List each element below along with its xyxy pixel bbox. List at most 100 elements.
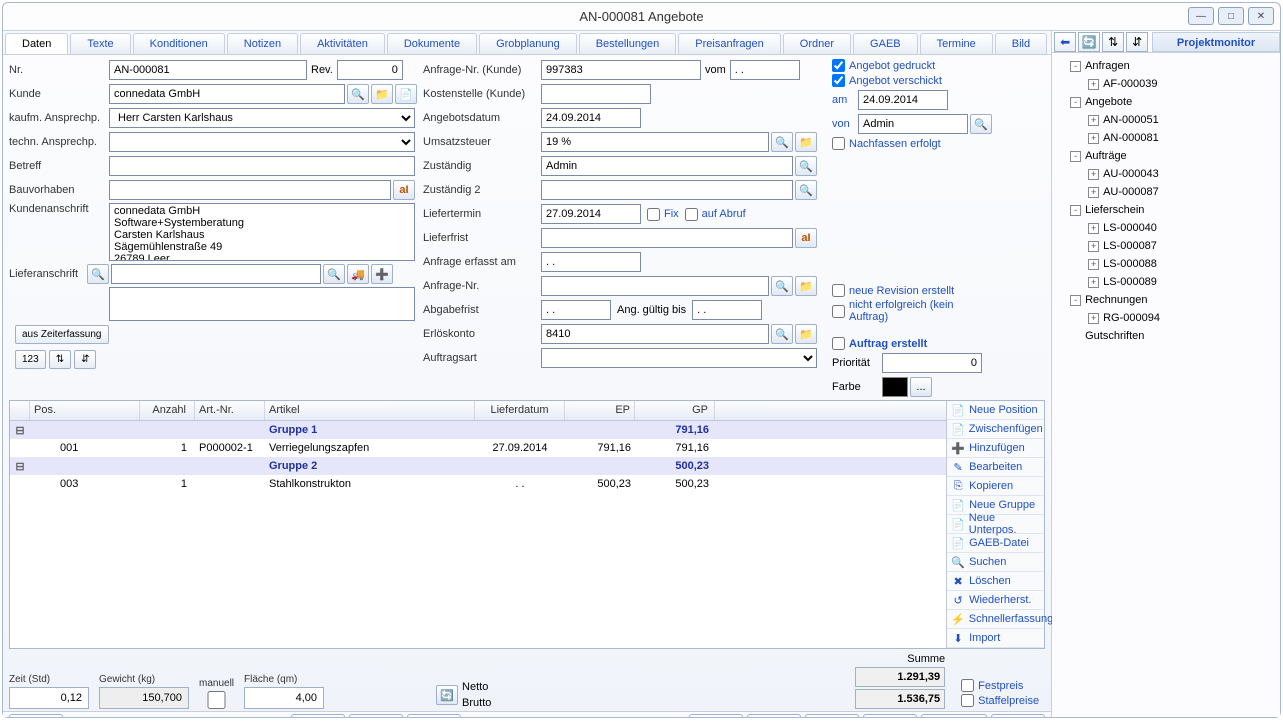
zeit-field[interactable]	[9, 687, 89, 709]
tree-node[interactable]: +LS-000088	[1058, 255, 1274, 273]
tab-grobplanung[interactable]: Grobplanung	[479, 33, 577, 54]
anggueltig-field[interactable]	[692, 300, 762, 320]
tree-node[interactable]: +LS-000087	[1058, 237, 1274, 255]
grid-action-hinzuf-gen[interactable]: ➕Hinzufügen	[947, 439, 1044, 458]
table-row[interactable]: 0031Stahlkonstrukton. .500,23500,23	[10, 475, 946, 493]
einkauf-button[interactable]: 🛒Einkauf	[747, 714, 801, 717]
liefertermin-field[interactable]	[541, 204, 641, 224]
tab-daten[interactable]: Daten	[5, 33, 68, 54]
anfragekundenr-field[interactable]	[541, 60, 701, 80]
lieferfrist-field[interactable]	[541, 228, 793, 248]
folder-icon3[interactable]: 📁	[795, 276, 817, 296]
rev-field[interactable]	[337, 60, 403, 80]
tab-preisanfragen[interactable]: Preisanfragen	[678, 33, 781, 54]
maximize-button[interactable]: □	[1218, 7, 1244, 25]
search-icon2[interactable]: 🔍	[323, 264, 345, 284]
add-icon[interactable]: ➕	[371, 264, 393, 284]
tree-node[interactable]: +LS-000040	[1058, 219, 1274, 237]
zustandig2-field[interactable]	[541, 180, 793, 200]
anfrage-erfasst-field[interactable]	[541, 252, 641, 272]
flaeche-field[interactable]	[244, 687, 324, 709]
angebotsdatum-field[interactable]	[541, 108, 641, 128]
tab-konditionen[interactable]: Konditionen	[133, 33, 225, 54]
folder-icon2[interactable]: 📁	[795, 132, 817, 152]
bauvor-field[interactable]	[109, 180, 391, 200]
table-row[interactable]: ⊟Gruppe 1791,16	[10, 421, 946, 439]
tree-node[interactable]: +AF-000039	[1058, 75, 1274, 93]
manuell-checkbox[interactable]	[199, 691, 234, 709]
grid-action-import[interactable]: ⬇Import	[947, 629, 1044, 648]
drucken-button[interactable]: 🖨Drucken	[863, 714, 917, 717]
auftragsart-select[interactable]	[541, 348, 817, 368]
project-tree[interactable]: -Anfragen+AF-000039-Angebote+AN-000051+A…	[1052, 53, 1280, 349]
minimize-button[interactable]: —	[1188, 7, 1214, 25]
abbrechen-button[interactable]: ✖Abbrechen	[349, 714, 403, 717]
wiedervorlage-button[interactable]: 📅Wiedervorlage	[921, 714, 987, 717]
tab-texte[interactable]: Texte	[70, 33, 130, 54]
refresh-icon2[interactable]: 🔄	[1078, 32, 1100, 52]
status-am-field[interactable]	[858, 90, 948, 110]
new-icon[interactable]: 📄	[395, 84, 417, 104]
kaufm-select[interactable]: Herr Carsten Karlshaus	[109, 108, 415, 128]
aus-zeiterfassung-button[interactable]: aus Zeiterfassung	[15, 325, 109, 344]
zusfelder-button[interactable]: 🗄Zus.Felder	[805, 714, 859, 717]
search-icon4[interactable]: 🔍	[795, 156, 817, 176]
angebot-gedruckt-checkbox[interactable]	[832, 59, 845, 72]
nr-field[interactable]	[109, 60, 307, 80]
btn-tree2[interactable]: ⇵	[74, 350, 96, 369]
folder-icon[interactable]: 📁	[371, 84, 393, 104]
text-icon[interactable]: aI	[393, 180, 415, 200]
search-icon7[interactable]: 🔍	[771, 324, 793, 344]
abgabefrist-field[interactable]	[541, 300, 611, 320]
grid-action-gaeb-datei[interactable]: 📄GAEB-Datei	[947, 534, 1044, 553]
text-icon2[interactable]: aI	[795, 228, 817, 248]
neuerev-checkbox[interactable]	[832, 284, 845, 297]
festpreis-checkbox[interactable]	[961, 679, 974, 692]
grid-action-wiederherst-[interactable]: ↺Wiederherst.	[947, 591, 1044, 610]
search-icon8[interactable]: 🔍	[970, 114, 992, 134]
search-icon[interactable]: 🔍	[347, 84, 369, 104]
lieferanschr-field[interactable]	[111, 264, 321, 284]
tree2-icon[interactable]: ⇵	[1126, 32, 1148, 52]
tree-node[interactable]: -Lieferschein	[1058, 201, 1274, 219]
btn-123[interactable]: 123	[15, 350, 46, 369]
grid-action-l-schen[interactable]: ✖Löschen	[947, 572, 1044, 591]
tree-node[interactable]: -Anfragen	[1058, 57, 1274, 75]
kunde-field[interactable]	[109, 84, 345, 104]
tab-termine[interactable]: Termine	[920, 33, 993, 54]
techn-select[interactable]	[109, 132, 415, 152]
tree-node[interactable]: -Rechnungen	[1058, 291, 1274, 309]
grid-action-bearbeiten[interactable]: ✎Bearbeiten	[947, 458, 1044, 477]
search-icon5[interactable]: 🔍	[795, 180, 817, 200]
tree-node[interactable]: +RG-000094	[1058, 309, 1274, 327]
truck-icon[interactable]: 🚚	[347, 264, 369, 284]
angebot-verschickt-checkbox[interactable]	[832, 74, 845, 87]
fix-checkbox[interactable]	[647, 208, 660, 221]
kundanschr-field[interactable]	[109, 203, 415, 261]
grid-body[interactable]: ⊟Gruppe 1791,160011P000002-1Verriegelung…	[10, 421, 946, 648]
close-button[interactable]: ✕	[1248, 7, 1274, 25]
nichterfolgreich-checkbox[interactable]	[832, 305, 845, 318]
tree-node[interactable]: -Aufträge	[1058, 147, 1274, 165]
zustandig-field[interactable]	[541, 156, 793, 176]
tab-ordner[interactable]: Ordner	[783, 33, 851, 54]
ok-button[interactable]: ✔OK	[291, 714, 345, 717]
back-icon[interactable]: ⬅	[1054, 32, 1076, 52]
tree-node[interactable]: +LS-000089	[1058, 273, 1274, 291]
kalkulation-button[interactable]: 📊Kalkulation	[689, 714, 743, 717]
anfragenr-field[interactable]	[541, 276, 769, 296]
folder-icon4[interactable]: 📁	[795, 324, 817, 344]
tree1-icon[interactable]: ⇅	[1102, 32, 1124, 52]
betreff-field[interactable]	[109, 156, 415, 176]
tab-dokumente[interactable]: Dokumente	[387, 33, 477, 54]
lieferanschr-text[interactable]	[109, 287, 415, 321]
search-icon6[interactable]: 🔍	[771, 276, 793, 296]
tree-node[interactable]: +AN-000051	[1058, 111, 1274, 129]
search-icon3[interactable]: 🔍	[771, 132, 793, 152]
aufgabe-button[interactable]: 📅Aufgabe	[991, 714, 1045, 717]
auftrag-button[interactable]: 📄Auftrag	[9, 714, 63, 717]
vom-field[interactable]	[730, 60, 800, 80]
tab-bild[interactable]: Bild	[995, 33, 1047, 54]
prioritaet-field[interactable]	[882, 353, 982, 373]
auftrag-erstellt-checkbox[interactable]	[832, 337, 845, 350]
